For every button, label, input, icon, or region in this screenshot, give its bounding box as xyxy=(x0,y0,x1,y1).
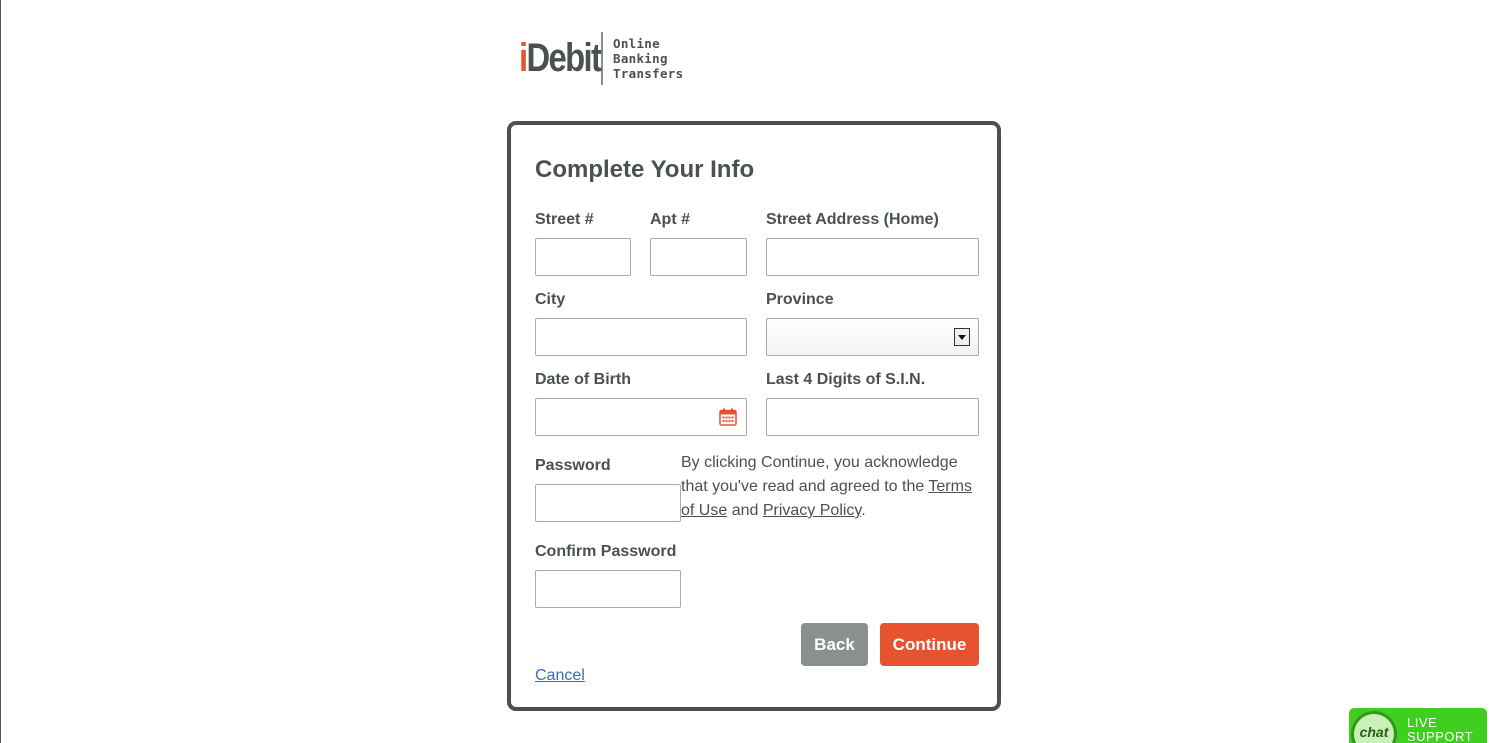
confirm-password-input[interactable] xyxy=(535,570,681,608)
city-label: City xyxy=(535,291,566,308)
terms-notice: By clicking Continue, you acknowledge th… xyxy=(681,451,981,523)
terms-text: and xyxy=(727,502,763,519)
logo-wordmark-rest: Debit xyxy=(526,36,601,80)
logo-tagline: Online Banking Transfers xyxy=(613,36,683,81)
chevron-down-icon[interactable] xyxy=(954,328,970,346)
logo-tagline-line: Banking xyxy=(613,51,668,66)
apt-label: Apt # xyxy=(650,211,690,228)
chat-bubble-label: chat xyxy=(1354,714,1394,743)
terms-text: . xyxy=(861,502,866,519)
street-number-label: Street # xyxy=(535,211,594,228)
page-left-border xyxy=(0,0,1,743)
chat-bubble-icon[interactable]: chat xyxy=(1351,711,1397,743)
logo-tagline-line: Transfers xyxy=(613,66,684,81)
page-title: Complete Your Info xyxy=(535,156,755,183)
street-number-input[interactable] xyxy=(535,238,631,276)
street-address-label: Street Address (Home) xyxy=(766,211,939,228)
sin-label: Last 4 Digits of S.I.N. xyxy=(766,371,926,388)
logo-wordmark-i: i xyxy=(519,36,528,80)
street-address-input[interactable] xyxy=(766,238,979,276)
privacy-policy-link[interactable]: Privacy Policy xyxy=(763,502,861,519)
dob-input[interactable] xyxy=(535,398,747,436)
logo-divider xyxy=(601,32,603,85)
live-support-chat-widget[interactable]: chat LIVE SUPPORT xyxy=(1349,708,1487,743)
city-input[interactable] xyxy=(535,318,747,356)
province-label: Province xyxy=(766,291,834,308)
confirm-password-label: Confirm Password xyxy=(535,543,677,560)
province-select[interactable] xyxy=(766,318,979,356)
sin-input[interactable] xyxy=(766,398,979,436)
chat-label-line: LIVE xyxy=(1407,715,1438,730)
password-input[interactable] xyxy=(535,484,681,522)
password-label: Password xyxy=(535,457,611,474)
apt-input[interactable] xyxy=(650,238,747,276)
dob-label: Date of Birth xyxy=(535,371,631,388)
cancel-link[interactable]: Cancel xyxy=(535,667,585,685)
back-button[interactable]: Back xyxy=(801,623,868,666)
logo-tagline-line: Online xyxy=(613,36,660,51)
idebit-logo: iDebit Online Banking Transfers xyxy=(519,32,683,88)
continue-button[interactable]: Continue xyxy=(880,623,979,666)
chat-label: LIVE SUPPORT xyxy=(1407,716,1473,743)
chat-label-line: SUPPORT xyxy=(1407,729,1474,743)
logo-wordmark: iDebit xyxy=(519,32,602,84)
terms-text: By clicking Continue, you acknowledge th… xyxy=(681,454,958,495)
calendar-icon[interactable] xyxy=(719,408,737,426)
